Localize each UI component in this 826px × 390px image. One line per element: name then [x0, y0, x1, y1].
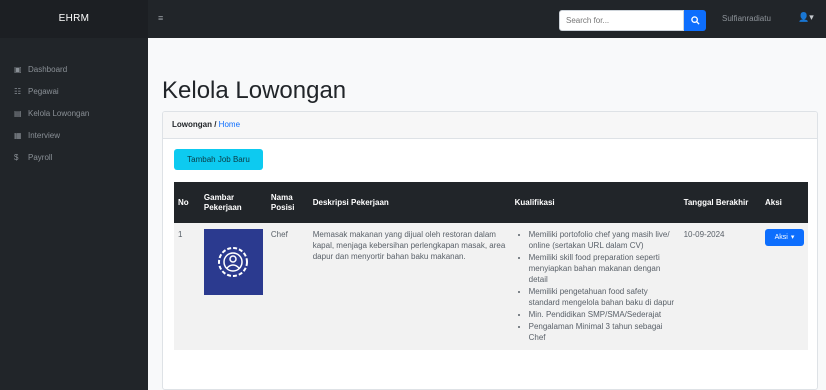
sidebar-item-label: Kelola Lowongan — [28, 108, 90, 118]
col-gambar: Gambar Pekerjaan — [203, 192, 242, 212]
list-item: Min. Pendidikan SMP/SMA/Sederajat — [529, 309, 676, 320]
sidebar-item-label: Payroll — [28, 152, 53, 162]
search-input[interactable] — [559, 10, 684, 31]
aksi-label: Aksi — [774, 234, 788, 241]
table-header-row: No Gambar Pekerjaan Nama Posisi Deskrips… — [174, 182, 808, 223]
cell-aksi: Aksi ▾ — [761, 223, 808, 350]
table-row: 1 Chef Memasak makanan yang dijual oleh … — [174, 223, 808, 350]
sidebar-item-kelola-lowongan[interactable]: ▤ Kelola Lowongan — [0, 103, 148, 123]
col-aksi: Aksi — [765, 197, 782, 207]
breadcrumb: Lowongan / Home — [163, 112, 817, 139]
breadcrumb-current: Lowongan / — [172, 120, 217, 129]
chevron-down-icon: ▾ — [790, 234, 795, 241]
search-button[interactable] — [684, 10, 706, 31]
kualifikasi-list: Memiliki portofolio chef yang masih live… — [515, 229, 676, 343]
cell-tanggal: 10-09-2024 — [683, 230, 725, 239]
user-icon: 👤 — [798, 12, 810, 22]
sidebar-item-label: Pegawai — [28, 86, 59, 96]
sidebar: ▣ Dashboard ☷ Pegawai ▤ Kelola Lowongan … — [0, 38, 148, 390]
breadcrumb-home-link[interactable]: Home — [219, 120, 240, 129]
cell-kualifikasi: Memiliki portofolio chef yang masih live… — [511, 223, 680, 350]
user-name[interactable]: Sulfianradiatu — [722, 14, 771, 23]
chevron-down-icon: ▾ — [809, 12, 814, 22]
users-icon: ☷ — [14, 86, 22, 96]
brand-logo[interactable]: EHRM — [0, 0, 148, 38]
cell-no: 1 — [178, 230, 183, 239]
money-icon: $ — [14, 152, 19, 162]
sidebar-item-payroll[interactable]: $ Payroll — [0, 147, 148, 167]
user-dropdown[interactable]: 👤▾ — [798, 12, 818, 26]
calendar-icon: ▦ — [14, 130, 22, 140]
sidebar-item-pegawai[interactable]: ☷ Pegawai — [0, 81, 148, 101]
sidebar-item-dashboard[interactable]: ▣ Dashboard — [0, 59, 148, 79]
col-deskripsi: Deskripsi Pekerjaan — [312, 197, 389, 207]
search-icon — [690, 16, 700, 25]
col-tanggal: Tanggal Berakhir — [683, 197, 749, 207]
page-title: Kelola Lowongan — [162, 77, 347, 104]
job-table: No Gambar Pekerjaan Nama Posisi Deskrips… — [174, 182, 808, 350]
bars-icon[interactable]: ≡ — [158, 14, 167, 23]
sidebar-item-label: Interview — [28, 130, 61, 140]
cell-nama: Chef — [270, 230, 288, 239]
job-image — [203, 229, 263, 295]
dashboard-icon: ▣ — [14, 64, 22, 74]
list-item: Memiliki pengetahuan food safety standar… — [529, 286, 676, 308]
sidebar-item-label: Dashboard — [28, 64, 68, 74]
aksi-dropdown-button[interactable]: Aksi ▾ — [765, 229, 804, 246]
col-no: No — [178, 197, 189, 207]
add-job-button[interactable]: Tambah Job Baru — [174, 149, 263, 170]
col-nama: Nama Posisi — [270, 192, 295, 212]
cell-gambar — [200, 223, 267, 350]
cell-deskripsi: Memasak makanan yang dijual oleh restora… — [312, 230, 506, 261]
col-kualifikasi: Kualifikasi — [514, 197, 555, 207]
sidebar-item-interview[interactable]: ▦ Interview — [0, 125, 148, 145]
top-navbar: EHRM ≡ Sulfianradiatu 👤▾ — [0, 0, 826, 38]
list-item: Memiliki portofolio chef yang masih live… — [529, 229, 676, 251]
chef-job-icon — [218, 247, 249, 277]
lowongan-card: Lowongan / Home Tambah Job Baru No Gamba… — [162, 111, 818, 390]
list-item: Memiliki skill food preparation seperti … — [529, 252, 676, 285]
list-item: Pengalaman Minimal 3 tahun sebagai Chef — [529, 321, 676, 343]
briefcase-icon: ▤ — [14, 108, 22, 118]
